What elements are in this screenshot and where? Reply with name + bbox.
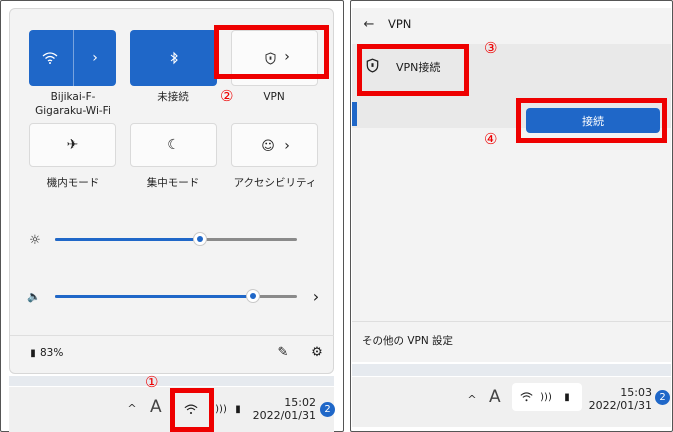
step-1-marker: ① <box>145 373 159 391</box>
chevron-right-icon[interactable]: › <box>280 136 294 156</box>
brightness-slider-thumb[interactable] <box>193 232 207 246</box>
chevron-up-icon[interactable]: ^ <box>126 401 138 415</box>
more-vpn-settings-link[interactable]: その他の VPN 設定 <box>362 333 453 348</box>
focus-mode-label: 集中モード <box>146 177 200 189</box>
wifi-tile[interactable]: › <box>29 30 116 86</box>
clock-time: 15:02 <box>284 396 316 409</box>
wifi-icon[interactable] <box>182 402 200 416</box>
focus-mode-tile[interactable]: ☾ <box>130 123 217 167</box>
volume-slider-thumb[interactable] <box>246 289 260 303</box>
bluetooth-tile-label: 未接続 <box>157 91 189 103</box>
airplane-mode-label: 機内モード <box>46 177 100 189</box>
airplane-mode-tile[interactable]: ✈ <box>29 123 116 167</box>
clock-date: 2022/01/31 <box>588 399 652 412</box>
airplane-icon: ✈ <box>66 137 79 153</box>
clock-date: 2022/01/31 <box>252 409 316 422</box>
clock[interactable]: 15:03 2022/01/31 <box>586 386 652 412</box>
battery-percentage: 83% <box>40 347 64 359</box>
footer-divider <box>352 321 671 322</box>
speaker-icon: ))) <box>540 391 552 403</box>
wifi-tile-label: Bijikai-F- Gigaraku-Wi-Fi <box>28 90 118 118</box>
bluetooth-tile[interactable] <box>130 30 217 86</box>
accessibility-tile[interactable]: ☺ › <box>231 123 318 167</box>
volume-slider-fill <box>55 295 253 298</box>
input-language-indicator[interactable]: A <box>150 397 162 417</box>
highlight-box-vpn-connection <box>357 44 469 96</box>
footer-divider <box>10 335 334 336</box>
highlight-box-connect <box>516 98 667 143</box>
highlight-box-vpn <box>214 25 329 79</box>
accessibility-label: アクセシビリティ <box>233 177 317 189</box>
vpn-header-title: VPN <box>388 17 412 31</box>
moon-icon: ☾ <box>167 137 180 153</box>
step-3-marker: ③ <box>484 39 498 57</box>
wallpaper-strip <box>352 364 671 376</box>
vpn-tile-label: VPN <box>263 91 285 103</box>
wifi-label-line2: Gigaraku-Wi-Fi <box>35 105 111 117</box>
battery-icon: ▮ <box>30 347 36 359</box>
step-4-marker: ④ <box>484 130 498 148</box>
notification-badge[interactable]: 2 <box>320 402 335 417</box>
back-arrow-icon[interactable]: ← <box>361 16 377 32</box>
chevron-right-icon[interactable]: › <box>309 287 323 306</box>
input-language-indicator[interactable]: A <box>489 387 501 407</box>
clock-time: 15:03 <box>620 386 652 399</box>
wifi-label-line1: Bijikai-F- <box>50 91 96 103</box>
bluetooth-icon <box>163 47 185 69</box>
chevron-up-icon[interactable]: ^ <box>466 392 478 406</box>
wifi-icon <box>39 48 61 68</box>
brightness-slider-fill <box>55 238 200 241</box>
wifi-icon <box>518 391 534 403</box>
wallpaper-strip <box>9 376 334 386</box>
wifi-tile-divider <box>73 30 74 86</box>
pencil-icon[interactable]: ✎ <box>275 344 291 360</box>
vpn-selection-indicator <box>352 102 357 126</box>
chevron-right-icon[interactable]: › <box>84 48 106 68</box>
battery-icon[interactable]: ▮ <box>231 403 245 415</box>
speaker-icon[interactable]: 🔈 <box>25 288 43 304</box>
accessibility-icon: ☺ <box>261 138 275 154</box>
battery-icon: ▮ <box>564 391 570 403</box>
brightness-icon: ☼ <box>29 232 41 248</box>
clock[interactable]: 15:02 2022/01/31 <box>250 396 316 422</box>
notification-badge[interactable]: 2 <box>655 390 670 405</box>
speaker-icon[interactable]: ))) <box>214 403 228 415</box>
step-2-marker: ② <box>220 87 234 105</box>
gear-icon[interactable]: ⚙ <box>309 344 325 360</box>
